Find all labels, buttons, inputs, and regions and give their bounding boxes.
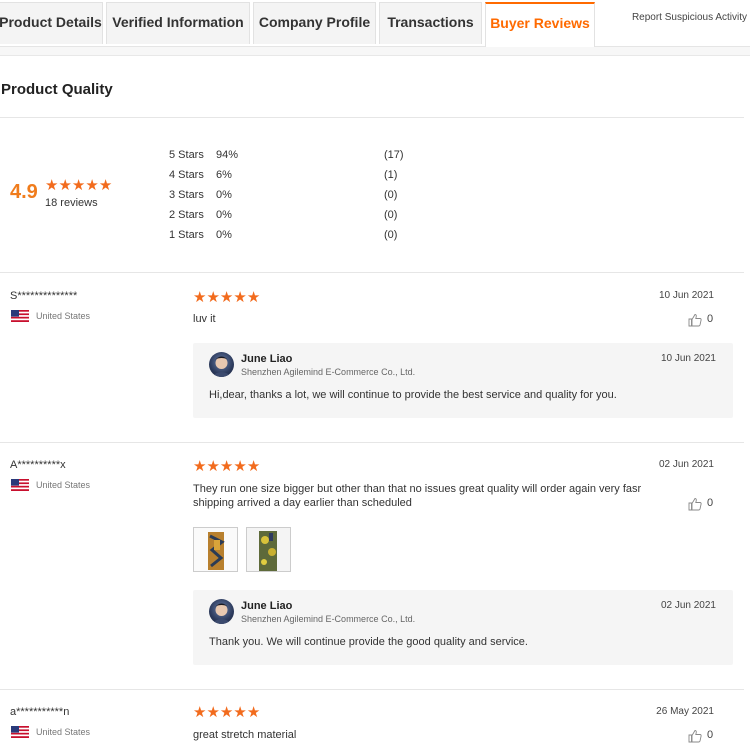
reviewer-name: a***********n bbox=[10, 706, 70, 718]
star-icon: ★ bbox=[58, 177, 72, 194]
star-icon: ★ bbox=[246, 704, 261, 721]
star-icon: ★ bbox=[206, 458, 220, 475]
star-icon: ★ bbox=[193, 458, 207, 475]
like-count: 0 bbox=[707, 497, 714, 509]
reviewer-country: United States bbox=[36, 480, 91, 490]
review-text-line: They run one size bigger but other than … bbox=[193, 483, 642, 495]
divider bbox=[0, 117, 744, 118]
reply-date: 10 Jun 2021 bbox=[660, 353, 716, 364]
review-star-rating: ★★★★★ bbox=[193, 290, 260, 306]
reply-company: Shenzhen Agilemind E-Commerce Co., Ltd. bbox=[241, 614, 416, 624]
star-icon: ★ bbox=[233, 458, 247, 475]
dist-count: (0) bbox=[384, 189, 398, 201]
star-icon: ★ bbox=[246, 458, 261, 475]
seller-reply: June Liao Shenzhen Agilemind E-Commerce … bbox=[193, 590, 733, 665]
star-icon: ★ bbox=[193, 704, 207, 721]
reviewer-country: United States bbox=[36, 727, 91, 737]
us-flag-icon bbox=[11, 479, 29, 491]
dist-count: (17) bbox=[384, 149, 404, 161]
reply-text: Thank you. We will continue provide the … bbox=[209, 636, 528, 648]
dist-percent: 94% bbox=[216, 149, 239, 161]
dist-count: (0) bbox=[384, 209, 398, 221]
divider bbox=[0, 689, 744, 690]
tab-content-divider bbox=[0, 47, 750, 56]
reply-author-name: June Liao bbox=[241, 353, 293, 365]
reply-text: Hi,dear, thanks a lot, we will continue … bbox=[209, 389, 617, 401]
review-date: 10 Jun 2021 bbox=[658, 290, 714, 301]
star-icon: ★ bbox=[206, 289, 220, 306]
star-icon: ★ bbox=[219, 704, 234, 721]
tab-verified-information[interactable]: Verified Information bbox=[106, 2, 250, 44]
tab-transactions[interactable]: Transactions bbox=[379, 2, 482, 44]
dist-label: 3 Stars bbox=[169, 189, 204, 201]
review-text: great stretch material bbox=[193, 729, 297, 741]
star-icon: ★ bbox=[233, 704, 247, 721]
summary-star-rating: ★★★★★ bbox=[45, 178, 112, 194]
dist-label: 4 Stars bbox=[169, 169, 204, 181]
like-count: 0 bbox=[707, 313, 714, 325]
tab-product-details[interactable]: Product Details bbox=[0, 2, 103, 44]
dist-count: (0) bbox=[384, 229, 398, 241]
dist-percent: 0% bbox=[216, 209, 232, 221]
reply-company: Shenzhen Agilemind E-Commerce Co., Ltd. bbox=[241, 367, 416, 377]
review-text-line: shipping arrived a day earlier than sche… bbox=[193, 497, 412, 509]
dist-label: 2 Stars bbox=[169, 209, 204, 221]
star-icon: ★ bbox=[193, 289, 207, 306]
star-icon: ★ bbox=[206, 704, 220, 721]
us-flag-icon bbox=[11, 310, 29, 322]
reply-author-name: June Liao bbox=[241, 600, 293, 612]
reviewer-country: United States bbox=[36, 311, 91, 321]
review-text: luv it bbox=[193, 313, 216, 325]
thumbs-up-icon[interactable] bbox=[688, 313, 702, 327]
dist-label: 1 Stars bbox=[169, 229, 204, 241]
like-count: 0 bbox=[707, 729, 714, 741]
star-icon: ★ bbox=[45, 177, 59, 194]
review-date: 26 May 2021 bbox=[656, 706, 714, 717]
dist-percent: 0% bbox=[216, 189, 232, 201]
star-icon: ★ bbox=[71, 177, 86, 194]
dist-count: (1) bbox=[384, 169, 398, 181]
dist-label: 5 Stars bbox=[169, 149, 204, 161]
thumbs-up-icon[interactable] bbox=[688, 497, 702, 511]
divider bbox=[0, 442, 744, 443]
avatar bbox=[209, 599, 234, 624]
star-icon: ★ bbox=[219, 458, 234, 475]
star-icon: ★ bbox=[219, 289, 234, 306]
star-icon: ★ bbox=[246, 289, 261, 306]
star-icon: ★ bbox=[98, 177, 113, 194]
review-star-rating: ★★★★★ bbox=[193, 705, 260, 721]
tab-bar: Product Details Verified Information Com… bbox=[0, 0, 750, 47]
thumbs-up-icon[interactable] bbox=[688, 729, 702, 743]
reviews-count: 18 reviews bbox=[45, 197, 98, 209]
reviewer-name: S************** bbox=[10, 290, 78, 302]
dist-percent: 0% bbox=[216, 229, 232, 241]
tab-company-profile[interactable]: Company Profile bbox=[253, 2, 376, 44]
section-title: Product Quality bbox=[1, 81, 113, 98]
review-date: 02 Jun 2021 bbox=[658, 459, 714, 470]
report-suspicious-activity-link[interactable]: Report Suspicious Activity bbox=[632, 12, 747, 23]
star-icon: ★ bbox=[233, 289, 247, 306]
avatar bbox=[209, 352, 234, 377]
divider bbox=[0, 272, 744, 273]
star-icon: ★ bbox=[85, 177, 99, 194]
review-star-rating: ★★★★★ bbox=[193, 459, 260, 475]
average-score: 4.9 bbox=[10, 181, 38, 203]
dist-percent: 6% bbox=[216, 169, 232, 181]
tab-buyer-reviews[interactable]: Buyer Reviews bbox=[485, 2, 595, 47]
reply-date: 02 Jun 2021 bbox=[660, 600, 716, 611]
us-flag-icon bbox=[11, 726, 29, 738]
seller-reply: June Liao Shenzhen Agilemind E-Commerce … bbox=[193, 343, 733, 418]
review-photo-thumbnail[interactable] bbox=[246, 527, 291, 572]
reviewer-name: A**********x bbox=[10, 459, 66, 471]
review-photo-thumbnail[interactable] bbox=[193, 527, 238, 572]
